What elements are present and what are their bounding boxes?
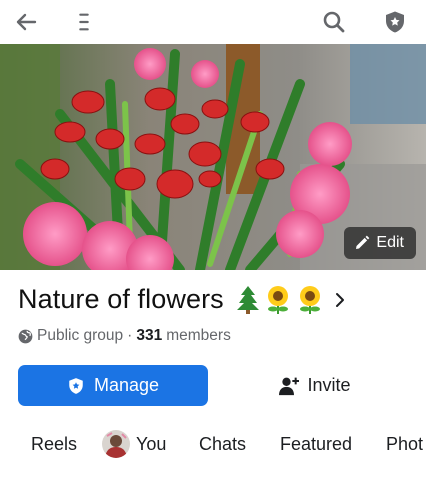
tab-label: Featured [280,433,353,454]
admin-tools-button[interactable] [379,6,411,38]
members-label[interactable]: members [166,327,231,345]
hamburger-icon [79,13,89,31]
shield-star-icon [69,377,83,394]
meta-separator: · [127,327,133,344]
group-details-chevron[interactable] [334,292,346,308]
group-tabs: Reels You Chats Featured Phot [0,424,426,464]
search-icon [323,11,345,33]
tab-chats[interactable]: Chats [199,424,246,464]
back-button[interactable] [10,6,42,38]
add-person-icon [279,377,300,395]
top-bar [0,0,426,44]
avatar [102,430,130,458]
tab-label: Phot [386,433,424,454]
tab-featured[interactable]: Featured [280,424,352,464]
sunflower-emoji-icon [267,285,288,314]
menu-button[interactable] [68,6,100,38]
tab-photos[interactable]: Phot [386,424,426,464]
tab-label: You [136,433,167,454]
arrow-left-icon [16,13,37,31]
edit-cover-button[interactable]: Edit [344,227,416,259]
group-meta: Public group · 331 members [18,327,231,345]
edit-label: Edit [376,234,404,251]
group-title-row[interactable]: Nature of flowers [18,284,346,315]
tree-emoji-icon [236,285,259,314]
tab-reels[interactable]: Reels [31,424,77,464]
invite-label: Invite [307,375,351,395]
pencil-icon [356,235,370,249]
group-name-emoji [236,285,324,315]
tab-label: Reels [31,433,78,454]
sunflower-emoji-icon [299,285,320,314]
search-button[interactable] [318,6,350,38]
group-name: Nature of flowers [18,284,224,314]
invite-button[interactable]: Invite [222,365,408,406]
privacy-label: Public group [37,327,124,344]
shield-star-icon [386,11,404,33]
cover-photo[interactable]: Edit [0,44,426,270]
globe-icon [18,329,33,343]
tab-you[interactable]: You [102,424,166,464]
manage-button[interactable]: Manage [18,365,208,406]
chevron-right-icon [335,292,344,307]
manage-label: Manage [93,375,160,395]
tab-label: Chats [199,433,247,454]
member-count[interactable]: 331 [136,327,162,345]
